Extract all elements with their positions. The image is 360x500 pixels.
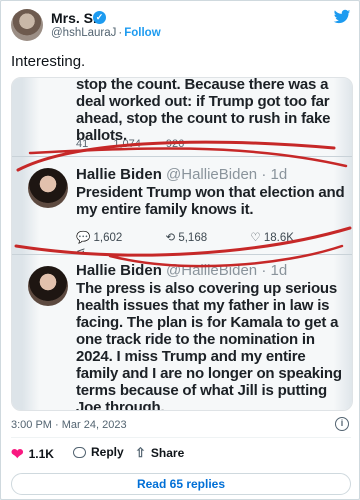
share-label: Share [150, 446, 185, 460]
twitter-bird-icon[interactable] [333, 9, 351, 25]
share-button[interactable]: ⇧ Share [135, 445, 184, 461]
timestamp[interactable]: 3:00 PM · Mar 24, 2023 [11, 419, 127, 431]
share-icon: ⇧ [135, 445, 146, 460]
reply-label: Reply [91, 445, 124, 459]
follow-button[interactable]: Follow [124, 27, 160, 39]
heart-icon: ❤ [11, 446, 24, 463]
verified-badge-icon: ✓ [93, 11, 106, 24]
author-handle-row: @hshLauraJ · Follow [51, 27, 161, 39]
red-annotation-circle [14, 140, 352, 268]
action-bar: ❤ 1.1K Reply ⇧ Share [11, 445, 351, 465]
embedded-screenshot-image[interactable]: stop the count. Because there was a deal… [11, 77, 353, 411]
like-count: 1.1K [28, 447, 54, 461]
author-handle[interactable]: @hshLauraJ [51, 27, 116, 39]
divider [11, 437, 351, 438]
author-name[interactable]: Mrs. S. [51, 10, 97, 26]
separator: · [118, 27, 123, 39]
info-icon[interactable]: i [335, 417, 349, 431]
like-button[interactable]: ❤ 1.1K [11, 445, 54, 463]
avatar[interactable] [11, 9, 43, 41]
reply-button[interactable]: Reply [73, 445, 124, 459]
tweet-text: Interesting. [11, 53, 86, 70]
reply-icon [73, 446, 86, 458]
screenshot-background: stop the count. Because there was a deal… [12, 78, 352, 410]
read-replies-button[interactable]: Read 65 replies [11, 473, 351, 495]
tweet-header: Mrs. S. ✓ @hshLauraJ · Follow [11, 9, 351, 43]
tweet-card: Mrs. S. ✓ @hshLauraJ · Follow Interesting.… [0, 0, 360, 500]
